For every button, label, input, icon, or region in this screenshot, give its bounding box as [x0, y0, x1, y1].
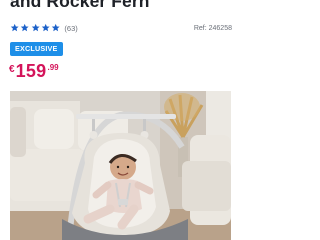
price-whole: 159	[15, 61, 47, 81]
star-icon	[20, 23, 29, 32]
product-reference: Ref: 246258	[193, 24, 232, 32]
review-count-link[interactable]: (63)	[64, 24, 77, 33]
star-icon	[10, 23, 19, 32]
star-rating[interactable]	[10, 23, 61, 32]
star-icon	[41, 23, 50, 32]
product-page: and Rocker Fern (63) Ref: 246258 EXCLUSI…	[0, 0, 240, 240]
product-image[interactable]	[10, 91, 231, 240]
exclusive-badge: EXCLUSIVE	[10, 42, 63, 56]
price: € 159 .99	[9, 62, 59, 80]
rating-row: (63) Ref: 246258	[10, 22, 232, 34]
baby-rocker-photo	[10, 91, 231, 240]
star-icon	[31, 23, 40, 32]
star-icon	[51, 23, 60, 32]
price-currency: €	[9, 64, 15, 75]
product-title: and Rocker Fern	[10, 0, 150, 11]
price-cents: .99	[47, 63, 59, 72]
